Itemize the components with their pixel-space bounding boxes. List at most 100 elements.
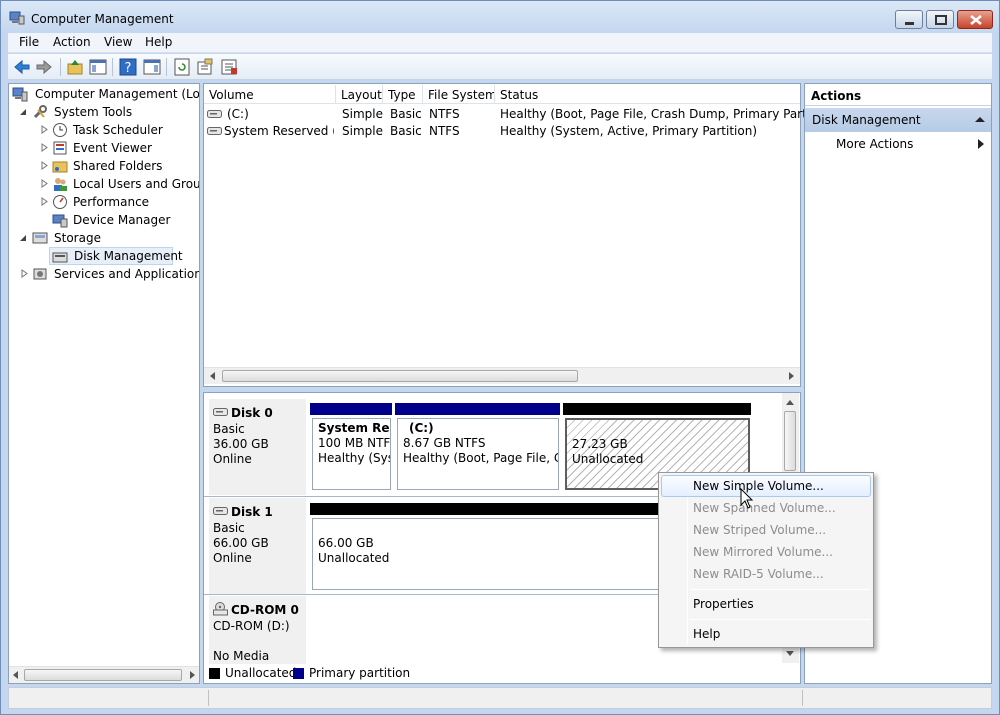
tree-label: Disk Management [74,249,183,263]
shared-folder-icon [52,161,68,173]
scroll-thumb[interactable] [222,370,578,382]
column-header-type[interactable]: Type [383,85,423,104]
menu-bar: File Action View Help [8,33,992,53]
partition-size: 8.67 GB NTFS [403,436,486,450]
title-bar[interactable]: Computer Management [1,1,999,33]
collapse-up-icon[interactable] [975,116,985,123]
minimize-icon [905,22,914,25]
tree-label: Shared Folders [73,159,163,173]
partition-size: 100 MB NTFS [318,436,391,450]
storage-icon [32,232,48,244]
scroll-thumb[interactable] [24,669,182,681]
legend-label-primary: Primary partition [309,666,411,680]
tree-item-disk-management[interactable]: Disk Management [49,247,183,265]
close-button[interactable] [957,10,993,29]
tree-item-services-and-applications[interactable]: Services and Applications [12,265,199,283]
menu-item-new-spanned-volume[interactable]: New Spanned Volume... [661,497,871,519]
tree-item-device-manager[interactable]: Device Manager [12,211,198,229]
more-actions-label: More Actions [836,137,914,151]
cdrom-icon [213,602,228,616]
partition-c-drive[interactable]: (C:) 8.67 GB NTFS Healthy (Boot, Page Fi… [397,418,559,490]
tree-horizontal-scrollbar[interactable] [9,666,199,683]
menu-action[interactable]: Action [53,35,91,49]
up-folder-icon[interactable] [65,57,85,77]
disk-0-state: Online [213,452,252,466]
volume-drive-icon [207,127,222,135]
tree-item-task-scheduler[interactable]: Task Scheduler [12,121,198,139]
expand-icon[interactable] [40,161,49,170]
scroll-right-icon[interactable] [787,372,795,380]
back-arrow-icon[interactable] [12,57,32,77]
expand-icon[interactable] [40,197,49,206]
partition-status: Healthy (Boot, Page File, Cras [403,451,558,465]
cell-type: Basic [390,124,422,138]
menu-help[interactable]: Help [145,35,172,49]
cell-layout: Simple [342,124,383,138]
tree-item-local-users-and-groups[interactable]: Local Users and Groups [12,175,199,193]
cdrom-0-label-box[interactable]: CD-ROM 0 CD-ROM (D:) No Media [209,596,306,664]
menu-item-new-mirrored-volume[interactable]: New Mirrored Volume... [661,541,871,563]
tree-item-performance[interactable]: Performance [12,193,198,211]
menu-item-help[interactable]: Help [661,623,871,645]
actions-section-label: Disk Management [812,113,921,127]
menu-item-new-raid5-volume[interactable]: New RAID-5 Volume... [661,563,871,585]
tree-item-event-viewer[interactable]: Event Viewer [12,139,198,157]
column-header-volume[interactable]: Volume [204,85,336,104]
minimize-button[interactable] [895,10,923,29]
menu-item-new-striped-volume[interactable]: New Striped Volume... [661,519,871,541]
export-list-icon[interactable] [219,57,239,77]
tree-item-system-tools[interactable]: System Tools [12,103,192,121]
expand-icon[interactable] [20,269,29,278]
help-icon[interactable]: ? [118,57,138,77]
collapse-icon[interactable] [18,233,27,242]
context-menu: New Simple Volume... New Spanned Volume.… [658,472,874,648]
scroll-left-icon[interactable] [12,671,20,679]
cell-file-system: NTFS [429,124,460,138]
actions-section-disk-management[interactable]: Disk Management [805,108,991,132]
disk-1-kind: Basic [213,521,245,535]
disk-1-label-box[interactable]: Disk 1 Basic 66.00 GB Online [209,498,306,594]
expand-icon[interactable] [40,179,49,188]
table-row[interactable]: System Reserved (E:) Simple Basic NTFS H… [204,122,800,139]
column-header-layout[interactable]: Layout [336,85,383,104]
maximize-button[interactable] [926,10,954,29]
more-actions-item[interactable]: More Actions [836,137,913,151]
volume-list-horizontal-scrollbar[interactable] [204,367,800,384]
cdrom-0-state: No Media [213,649,270,663]
tree-item-shared-folders[interactable]: Shared Folders [12,157,198,175]
expand-icon[interactable] [40,143,49,152]
partition-status: Healthy (Syst [318,451,391,465]
scroll-left-icon[interactable] [209,372,217,380]
refresh-icon[interactable] [172,57,192,77]
menu-item-properties[interactable]: Properties [661,593,871,615]
disk-1-state: Online [213,551,252,565]
show-hide-action-pane-icon[interactable] [142,57,162,77]
scroll-right-icon[interactable] [188,671,196,679]
disk-0-name: Disk 0 [231,406,273,420]
collapse-icon[interactable] [18,107,27,116]
table-row[interactable]: (C:) Simple Basic NTFS Healthy (Boot, Pa… [204,105,838,122]
tree-label: Storage [54,231,101,245]
expand-icon[interactable] [40,125,49,134]
menu-file[interactable]: File [19,35,39,49]
column-header-status[interactable]: Status [495,85,800,104]
partition-system-reserved[interactable]: System Rese 100 MB NTFS Healthy (Syst [312,418,391,490]
column-header-file-system[interactable]: File System [423,85,495,104]
mouse-cursor-icon [740,488,754,509]
status-bar [8,687,992,709]
disk-icon [213,507,228,515]
disk-0-label-box[interactable]: Disk 0 Basic 36.00 GB Online [209,399,306,495]
menu-item-new-simple-volume[interactable]: New Simple Volume... [661,475,871,497]
tree-label: Performance [73,195,150,209]
menu-view[interactable]: View [104,35,132,49]
scroll-down-icon[interactable] [786,649,794,657]
cell-status: Healthy (System, Active, Primary Partiti… [500,124,758,138]
properties-icon[interactable] [195,57,215,77]
show-hide-console-tree-icon[interactable] [88,57,108,77]
scroll-thumb[interactable] [784,411,796,471]
toolbar: ? [8,54,992,80]
tree-item-storage[interactable]: Storage [12,229,192,247]
scroll-up-icon[interactable] [786,399,794,407]
partition-status: Unallocated [572,452,644,466]
forward-arrow-icon[interactable] [34,57,54,77]
